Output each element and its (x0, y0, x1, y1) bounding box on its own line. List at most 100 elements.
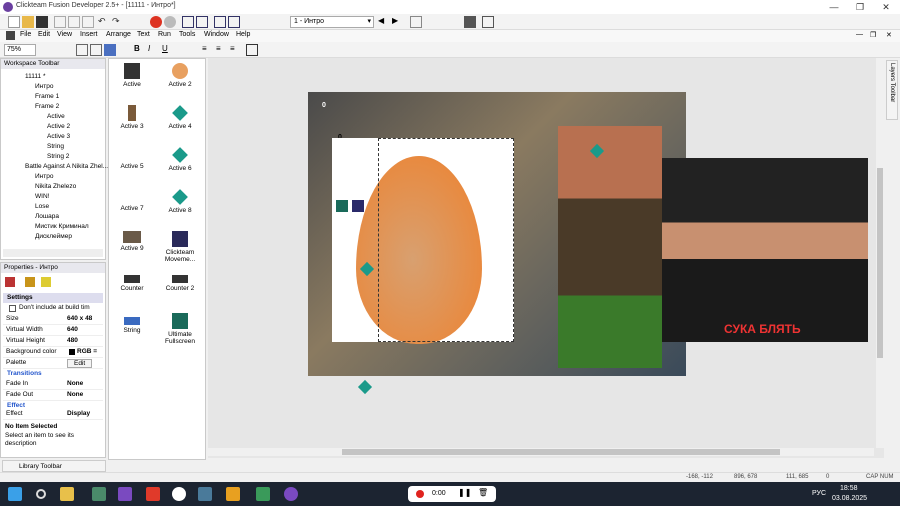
object-active-8[interactable]: Active 8 (157, 189, 203, 214)
object-active-5[interactable]: Active 5 (109, 163, 155, 170)
object-active[interactable]: Active (109, 63, 155, 88)
language-indicator[interactable]: РУС (812, 490, 826, 497)
vscroll-thumb[interactable] (877, 168, 883, 358)
save-icon[interactable] (36, 16, 48, 28)
stop-icon[interactable] (150, 16, 162, 28)
object-active-2[interactable]: Active 2 (157, 63, 203, 88)
prev-frame-icon[interactable]: ◀ (378, 16, 390, 28)
prop-row-size[interactable]: Size 640 x 48 (3, 314, 103, 325)
clock-time[interactable]: 18:58 (840, 485, 858, 492)
prop-row-bgcolor[interactable]: Background color RGB = (3, 347, 103, 358)
clock-date[interactable]: 03.08.2025 (832, 495, 867, 502)
person-image[interactable] (662, 158, 868, 342)
menu-window[interactable]: Window (204, 31, 229, 38)
menu-text[interactable]: Text (137, 31, 150, 38)
media-icon[interactable] (226, 487, 240, 501)
event-editor-icon[interactable] (214, 16, 226, 28)
object-string[interactable]: String (109, 317, 155, 334)
tree-item[interactable]: Lose (35, 203, 49, 210)
frame-editor-icon[interactable] (196, 16, 208, 28)
app-icon-6[interactable] (198, 487, 212, 501)
redo-icon[interactable]: ↷ (112, 16, 124, 28)
editor-vscrollbar[interactable] (876, 58, 884, 448)
workspace-hscrollbar[interactable] (3, 249, 103, 257)
snap-toggle-icon[interactable] (90, 44, 102, 56)
minimize-button[interactable]: — (822, 1, 846, 13)
prop-row-palette[interactable]: Palette Edit (3, 358, 103, 369)
app-icon-8[interactable] (256, 487, 270, 501)
bold-icon[interactable]: B (134, 44, 146, 56)
settings-tab-icon[interactable] (5, 277, 15, 287)
tree-item[interactable]: Nikita Zhelezo (35, 183, 76, 190)
tree-item[interactable]: Active 3 (47, 133, 70, 140)
fullscreen-object[interactable] (336, 200, 348, 212)
italic-icon[interactable]: I (148, 44, 160, 56)
frame-editor[interactable]: 0 0 СУКА БЛЯТЬ (208, 58, 884, 458)
grid-icon[interactable] (464, 16, 476, 28)
menu-view[interactable]: View (57, 31, 72, 38)
file-explorer-icon[interactable] (60, 487, 74, 501)
menu-arrange[interactable]: Arrange (106, 31, 131, 38)
tree-item[interactable]: 11111 * (25, 73, 45, 80)
object-active-7[interactable]: Active 7 (109, 205, 155, 212)
diamond-object-3[interactable] (357, 379, 373, 395)
menu-tools[interactable]: Tools (179, 31, 195, 38)
storyboard-icon[interactable] (182, 16, 194, 28)
menu-file[interactable]: File (20, 31, 31, 38)
about-tab-icon[interactable] (41, 277, 51, 287)
align-icon[interactable] (104, 44, 116, 56)
mdi-close-button[interactable]: ✕ (886, 31, 892, 39)
object-counter-2[interactable]: Counter 2 (157, 275, 203, 292)
object-active-9[interactable]: Active 9 (109, 231, 155, 252)
tree-item[interactable]: Active 2 (47, 123, 70, 130)
tree-item[interactable]: Frame 2 (35, 103, 59, 110)
event-list-icon[interactable] (228, 16, 240, 28)
app-icon-2[interactable] (92, 487, 106, 501)
prop-row-vheight[interactable]: Virtual Height 480 (3, 336, 103, 347)
editor-hscrollbar[interactable] (208, 448, 874, 456)
align-left-icon[interactable]: ≡ (202, 44, 214, 56)
tree-item[interactable]: Battle Against A Nikita Zhel... (25, 163, 108, 170)
tree-item[interactable]: Мистик Криминал (35, 223, 89, 230)
zoom-select[interactable]: 75% (4, 44, 36, 56)
close-button[interactable]: ✕ (874, 1, 898, 13)
runtime-tab-icon[interactable] (25, 277, 35, 287)
mdi-restore-button[interactable]: ❐ (870, 31, 876, 39)
object-ultimate-fullscreen[interactable]: Ultimate Fullscreen (157, 313, 203, 345)
tree-item[interactable]: Active (47, 113, 65, 120)
object-clickteam-movement[interactable]: Clickteam Moveme... (157, 231, 203, 263)
build-icon[interactable] (482, 16, 494, 28)
mdi-minimize-button[interactable]: — (856, 31, 863, 38)
tree-item[interactable]: Интро (35, 83, 53, 90)
zoom-icon[interactable] (410, 16, 422, 28)
frame-select[interactable]: 1 - Интро ▾ (290, 16, 374, 28)
underline-icon[interactable]: U (162, 44, 174, 56)
prop-row-fadeout[interactable]: Fade Out None (3, 390, 103, 401)
tree-item[interactable]: Интро (35, 173, 53, 180)
menu-help[interactable]: Help (236, 31, 250, 38)
tree-item[interactable]: Дисклеймер (35, 233, 72, 240)
layers-toolbar-tab[interactable]: Layers Toolbar (886, 60, 898, 120)
paste-icon[interactable] (82, 16, 94, 28)
trash-icon[interactable]: 🗑 (478, 488, 488, 497)
menu-edit[interactable]: Edit (38, 31, 50, 38)
pause-icon[interactable]: ❚❚ (458, 488, 471, 497)
grid-toggle-icon[interactable] (76, 44, 88, 56)
undo-icon[interactable]: ↶ (98, 16, 110, 28)
fit-icon[interactable] (246, 44, 258, 56)
cut-icon[interactable] (54, 16, 66, 28)
palette-edit-button[interactable]: Edit (67, 359, 93, 368)
dont-include-checkbox[interactable] (9, 305, 16, 312)
cowboy-image[interactable] (558, 126, 662, 368)
align-right-icon[interactable]: ≡ (230, 44, 242, 56)
windows-start-icon[interactable] (8, 487, 22, 501)
library-toolbar-tab[interactable]: Library Toolbar (2, 460, 106, 472)
search-icon[interactable] (36, 489, 46, 499)
hscroll-thumb[interactable] (342, 449, 780, 455)
next-frame-icon[interactable]: ▶ (392, 16, 404, 28)
yandex-browser-icon[interactable] (172, 487, 186, 501)
menu-run[interactable]: Run (158, 31, 171, 38)
prop-row-vwidth[interactable]: Virtual Width 640 (3, 325, 103, 336)
object-active-3[interactable]: Active 3 (109, 105, 155, 130)
tree-item[interactable]: Frame 1 (35, 93, 59, 100)
